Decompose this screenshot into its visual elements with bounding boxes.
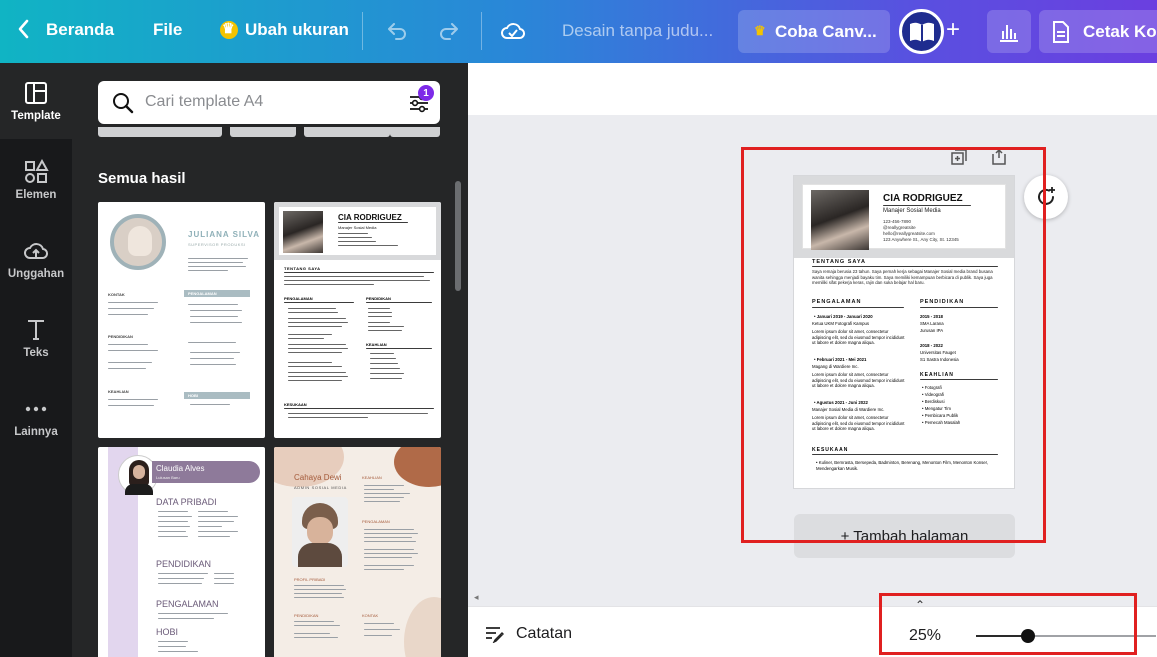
add-collaborator-icon[interactable]: + bbox=[946, 16, 960, 44]
crown-icon bbox=[220, 20, 238, 39]
template-name: Cahaya Dewi bbox=[294, 473, 342, 482]
notes-label: Catatan bbox=[516, 625, 573, 642]
back-chevron-icon[interactable] bbox=[16, 18, 32, 40]
insights-chart-icon[interactable] bbox=[987, 10, 1031, 53]
rail-item-more[interactable]: Lainnya bbox=[0, 379, 72, 455]
try-pro-label: Coba Canv... bbox=[775, 21, 877, 41]
template-section: PENGALAMAN bbox=[156, 599, 219, 609]
rail-label: Teks bbox=[23, 347, 49, 359]
print-letterhead-button[interactable]: Cetak Kop bbox=[1039, 10, 1157, 53]
rail-label: Lainnya bbox=[14, 426, 58, 438]
side-rail: Template Elemen Unggahan Teks Lainnya bbox=[0, 63, 72, 657]
rail-item-template[interactable]: Template bbox=[0, 63, 72, 139]
profile-photo bbox=[292, 497, 348, 567]
more-icon bbox=[25, 406, 47, 412]
template-search[interactable]: 1 bbox=[98, 81, 440, 124]
upload-cloud-icon bbox=[24, 243, 49, 259]
template-section: PENDIDIKAN bbox=[156, 559, 212, 569]
profile-photo bbox=[110, 214, 166, 270]
text-icon bbox=[28, 320, 44, 340]
template-subtitle: SUPERVISOR PRODUKSI bbox=[188, 242, 246, 247]
notes-button[interactable]: Catatan bbox=[484, 625, 572, 643]
template-thumbnail-partial[interactable] bbox=[98, 127, 222, 137]
shapes-icon bbox=[25, 159, 49, 183]
resize-button[interactable]: Ubah ukuran bbox=[220, 20, 349, 40]
template-panel: 1 Semua hasil JULIANA SILVA SUPERVISOR P… bbox=[72, 63, 468, 657]
search-input[interactable] bbox=[145, 90, 395, 114]
undo-icon[interactable] bbox=[385, 18, 409, 42]
template-section: PENDIDIKAN bbox=[294, 613, 319, 618]
template-section: KEAHLIAN bbox=[362, 475, 382, 480]
design-title[interactable]: Desain tanpa judu... bbox=[562, 21, 713, 41]
template-section: PENDIDIKAN bbox=[366, 296, 391, 301]
rail-label: Unggahan bbox=[7, 268, 65, 280]
home-button[interactable]: Beranda bbox=[46, 20, 114, 40]
template-thumbnail-partial[interactable] bbox=[390, 127, 440, 137]
rail-label: Template bbox=[11, 110, 61, 122]
top-toolbar: Beranda File Ubah ukuran Desain tanpa ju… bbox=[0, 0, 1157, 63]
toolbar-divider bbox=[481, 12, 482, 50]
book-icon bbox=[909, 22, 934, 42]
template-section: KESUKAAN bbox=[284, 402, 307, 407]
notes-icon bbox=[486, 627, 504, 643]
template-section: HOBI bbox=[188, 393, 198, 398]
context-toolbar bbox=[468, 63, 1157, 115]
template-subtitle: Lulusan Baru bbox=[156, 475, 180, 480]
cloud-saved-icon[interactable] bbox=[500, 18, 526, 44]
rail-item-uploads[interactable]: Unggahan bbox=[0, 221, 72, 297]
rail-label: Elemen bbox=[15, 189, 57, 201]
template-name: Claudia Alves bbox=[156, 464, 205, 473]
resize-label: Ubah ukuran bbox=[245, 20, 349, 39]
template-card[interactable]: Claudia Alves Lulusan Baru DATA PRIBADI … bbox=[98, 447, 265, 657]
toolbar-divider bbox=[362, 12, 363, 50]
file-menu-button[interactable]: File bbox=[153, 20, 182, 40]
section-title: Semua hasil bbox=[98, 170, 186, 187]
rail-item-elements[interactable]: Elemen bbox=[0, 142, 72, 218]
template-section: KONTAK bbox=[108, 292, 125, 297]
profile-photo bbox=[283, 211, 323, 253]
template-subtitle: Manajer Sosial Media bbox=[338, 225, 377, 230]
template-name: JULIANA SILVA bbox=[188, 230, 260, 239]
search-icon bbox=[113, 93, 134, 114]
template-section: KONTAK bbox=[362, 613, 379, 618]
panel-scrollbar[interactable] bbox=[455, 181, 461, 291]
document-icon bbox=[1053, 20, 1069, 43]
team-avatar[interactable] bbox=[899, 9, 944, 54]
template-card[interactable]: JULIANA SILVA SUPERVISOR PRODUKSI KONTAK… bbox=[98, 202, 265, 438]
template-name: CIA RODRIGUEZ bbox=[338, 213, 402, 222]
template-section: TENTANG SAYA bbox=[284, 266, 321, 271]
highlight-box-zoom bbox=[879, 593, 1137, 655]
template-thumbnail-partial[interactable] bbox=[230, 127, 296, 137]
template-section: PENGALAMAN bbox=[284, 296, 313, 301]
template-thumbnail-partial[interactable] bbox=[304, 127, 390, 137]
print-label: Cetak Kop bbox=[1083, 21, 1157, 41]
template-section: PENGALAMAN bbox=[362, 519, 390, 524]
template-subtitle: ADMIN SOSIAL MEDIA bbox=[294, 485, 347, 490]
template-section: DATA PRIBADI bbox=[156, 497, 217, 507]
template-section: KEAHLIAN bbox=[108, 389, 129, 394]
highlight-box-page bbox=[741, 147, 1046, 543]
template-section: HOBI bbox=[156, 627, 179, 637]
filter-count-badge: 1 bbox=[418, 85, 434, 101]
template-section: PENGALAMAN bbox=[188, 291, 217, 296]
try-pro-button[interactable]: Coba Canv... bbox=[738, 10, 890, 53]
template-card[interactable]: CIA RODRIGUEZ Manajer Sosial Media TENTA… bbox=[274, 202, 441, 438]
template-card[interactable]: Cahaya Dewi ADMIN SOSIAL MEDIA PROFIL PR… bbox=[274, 447, 441, 657]
crown-icon bbox=[754, 23, 768, 39]
template-section: KEAHLIAN bbox=[366, 342, 387, 347]
redo-icon[interactable] bbox=[437, 18, 461, 42]
template-icon bbox=[25, 82, 47, 104]
canva-editor: Beranda File Ubah ukuran Desain tanpa ju… bbox=[0, 0, 1157, 657]
template-section: PENDIDIKAN bbox=[108, 334, 133, 339]
rail-item-text[interactable]: Teks bbox=[0, 300, 72, 376]
template-section: PROFIL PRIBADI bbox=[294, 577, 326, 582]
